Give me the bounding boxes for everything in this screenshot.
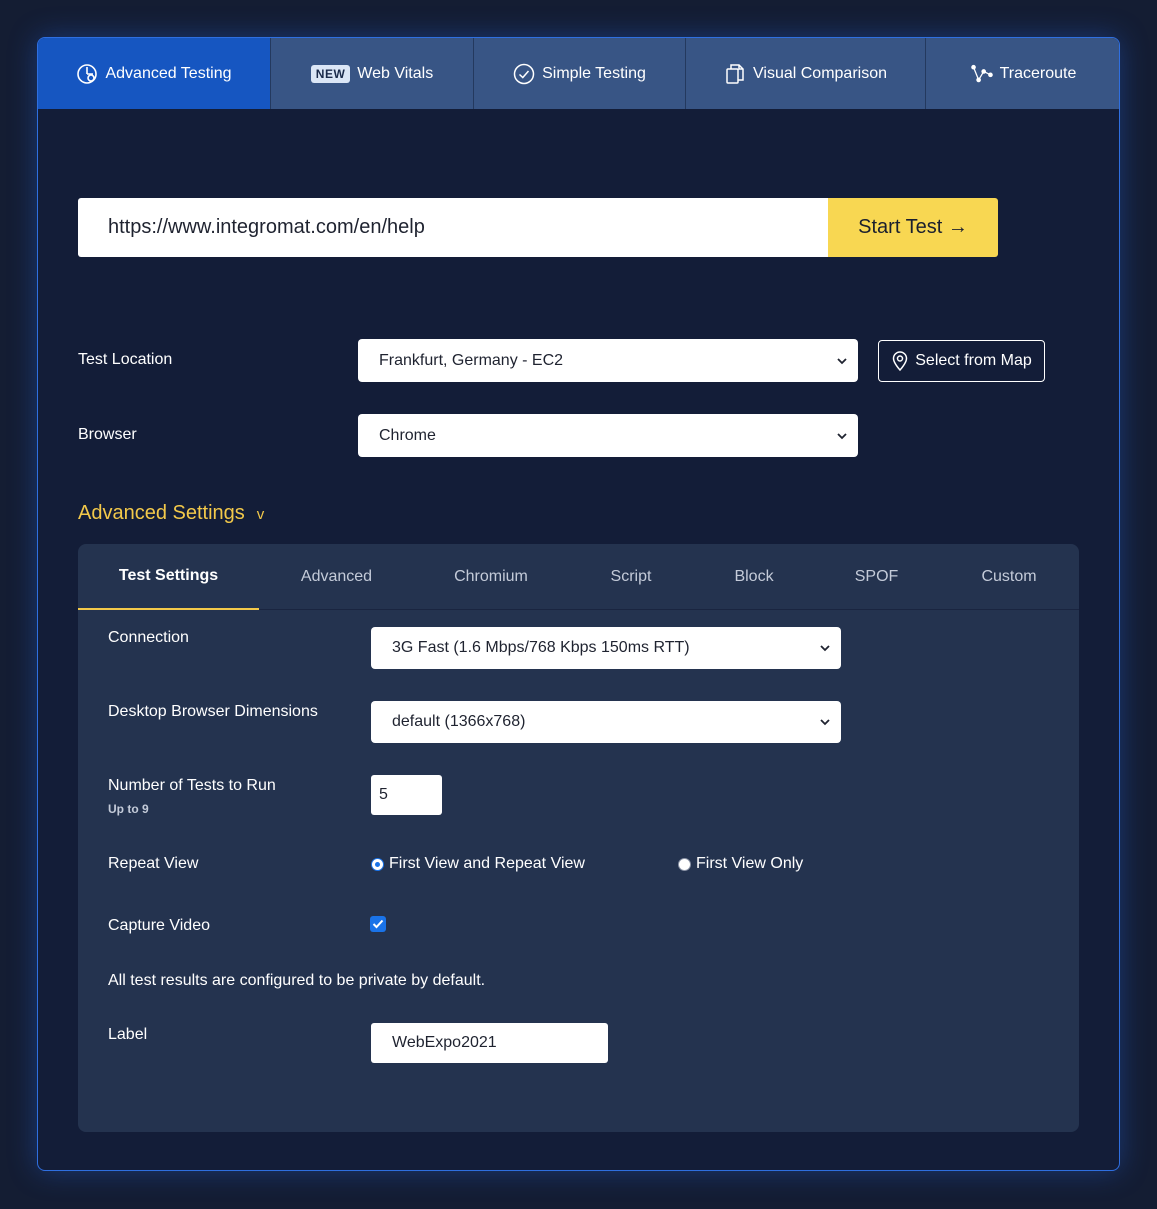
- main-panel: Advanced Testing NEW Web Vitals Simple T…: [37, 37, 1120, 1171]
- chevron-down-icon: [820, 719, 830, 726]
- dimensions-value: default (1366x768): [392, 713, 526, 730]
- radio-label: First View Only: [696, 855, 804, 872]
- advanced-settings-label: Advanced Settings: [78, 502, 245, 524]
- tab-simple-testing[interactable]: Simple Testing: [474, 38, 686, 109]
- route-icon: [970, 63, 993, 85]
- radio-button[interactable]: [678, 857, 691, 871]
- test-location-label: Test Location: [78, 351, 173, 368]
- num-tests-sublabel: Up to 9: [108, 802, 149, 816]
- check-circle-icon: [513, 63, 535, 85]
- radio-first-view-only[interactable]: First View Only: [678, 855, 803, 873]
- tab-custom[interactable]: Custom: [939, 544, 1079, 610]
- radio-first-and-repeat-view[interactable]: First View and Repeat View: [371, 855, 585, 873]
- chevron-down-icon: [837, 432, 847, 439]
- map-pin-icon: [892, 351, 908, 372]
- url-input[interactable]: [78, 198, 828, 257]
- tab-advanced[interactable]: Advanced: [259, 544, 414, 610]
- tab-advanced-testing[interactable]: Advanced Testing: [38, 38, 271, 109]
- advanced-settings-toggle[interactable]: Advanced Settings v: [78, 502, 264, 525]
- radio-label: First View and Repeat View: [389, 855, 585, 872]
- test-location-value: Frankfurt, Germany - EC2: [379, 351, 564, 369]
- tab-label: Simple Testing: [542, 64, 646, 82]
- tab-label: Advanced Testing: [105, 64, 232, 82]
- copy-documents-icon: [724, 63, 746, 85]
- repeat-view-label: Repeat View: [108, 855, 199, 872]
- capture-video-checkbox[interactable]: [370, 916, 386, 932]
- tab-spof[interactable]: SPOF: [814, 544, 939, 610]
- radio-button-selected[interactable]: [371, 857, 384, 871]
- gauge-icon: [76, 63, 98, 85]
- browser-label: Browser: [78, 426, 137, 443]
- privacy-note: All test results are configured to be pr…: [108, 972, 486, 989]
- chevron-down-icon: [820, 645, 830, 652]
- tab-test-settings[interactable]: Test Settings: [78, 544, 259, 610]
- tab-web-vitals[interactable]: NEW Web Vitals: [271, 38, 474, 109]
- checkmark-icon: [372, 919, 384, 929]
- map-button-label: Select from Map: [915, 352, 1032, 369]
- tab-traceroute[interactable]: Traceroute: [926, 38, 1119, 109]
- label-field-label: Label: [108, 1026, 148, 1043]
- tab-block[interactable]: Block: [694, 544, 814, 610]
- label-input[interactable]: [371, 1023, 608, 1063]
- url-form: Start Test →: [78, 198, 998, 257]
- test-location-select[interactable]: Frankfurt, Germany - EC2: [358, 339, 858, 382]
- tab-chromium[interactable]: Chromium: [414, 544, 568, 610]
- tab-label: Web Vitals: [357, 64, 434, 82]
- select-from-map-button[interactable]: Select from Map: [878, 340, 1045, 382]
- dimensions-label: Desktop Browser Dimensions: [108, 703, 318, 720]
- tab-label: Visual Comparison: [753, 64, 887, 82]
- num-tests-input[interactable]: [371, 775, 442, 815]
- settings-tabs: Test Settings Advanced Chromium Script B…: [78, 544, 1079, 610]
- settings-panel: Test Settings Advanced Chromium Script B…: [78, 544, 1079, 1132]
- dimensions-select[interactable]: default (1366x768): [371, 701, 841, 743]
- connection-select[interactable]: 3G Fast (1.6 Mbps/768 Kbps 150ms RTT): [371, 627, 841, 669]
- capture-video-label: Capture Video: [108, 917, 210, 934]
- connection-value: 3G Fast (1.6 Mbps/768 Kbps 150ms RTT): [392, 639, 690, 656]
- connection-label: Connection: [108, 629, 189, 646]
- browser-value: Chrome: [379, 426, 436, 444]
- num-tests-label: Number of Tests to Run: [108, 777, 276, 794]
- tab-visual-comparison[interactable]: Visual Comparison: [686, 38, 926, 109]
- tab-label: Traceroute: [999, 64, 1077, 82]
- new-badge: NEW: [310, 64, 351, 83]
- start-test-button[interactable]: Start Test →: [828, 198, 998, 257]
- top-tabs: Advanced Testing NEW Web Vitals Simple T…: [38, 38, 1119, 109]
- chevron-down-icon: v: [256, 506, 265, 523]
- browser-select[interactable]: Chrome: [358, 414, 858, 457]
- chevron-down-icon: [837, 357, 847, 364]
- tab-script[interactable]: Script: [568, 544, 694, 610]
